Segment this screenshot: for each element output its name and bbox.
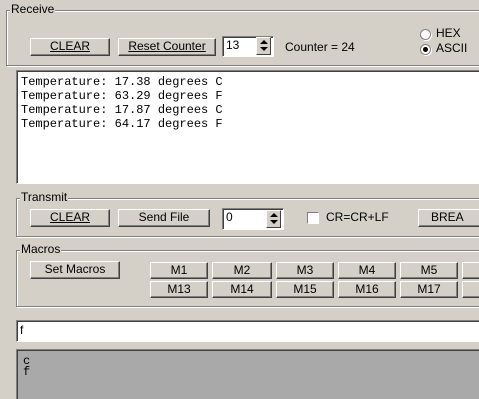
receive-line: Temperature: 64.17 degrees F xyxy=(21,117,223,131)
ascii-radio[interactable] xyxy=(420,44,431,55)
delay-spinner[interactable] xyxy=(266,210,281,228)
send-input-value: f xyxy=(20,323,24,337)
macro-label: M3 xyxy=(296,263,314,277)
macro-button-m15[interactable]: M15 xyxy=(276,281,334,298)
macro-label: M1 xyxy=(170,263,188,277)
hex-label: HEX xyxy=(436,26,461,40)
receive-textarea[interactable]: Temperature: 17.38 degrees C Temperature… xyxy=(16,70,479,184)
spinner-up-icon xyxy=(260,40,268,44)
macro-button-m16[interactable]: M16 xyxy=(338,281,396,298)
spinner-down-icon xyxy=(270,220,278,224)
counter-spinner[interactable] xyxy=(256,37,271,55)
receive-line: Temperature: 63.29 degrees F xyxy=(21,89,223,103)
spinner-down-icon xyxy=(260,47,268,51)
macro-button-m4[interactable]: M4 xyxy=(338,262,396,279)
receive-line: Temperature: 17.87 degrees C xyxy=(21,103,223,117)
send-input[interactable]: f xyxy=(16,320,479,342)
macro-button-m2[interactable]: M2 xyxy=(212,262,272,279)
macro-label: M15 xyxy=(293,282,317,296)
receive-clear-label: CLEAR xyxy=(49,39,90,53)
transmit-log[interactable]: c f xyxy=(16,349,479,399)
send-file-button[interactable]: Send File xyxy=(118,209,210,227)
ascii-label: ASCII xyxy=(436,41,468,55)
reset-counter-button[interactable]: Reset Counter xyxy=(118,38,216,56)
spinner-up-icon xyxy=(270,213,278,217)
macro-button-m13[interactable]: M13 xyxy=(150,281,208,298)
receive-line: Temperature: 17.38 degrees C xyxy=(21,75,223,89)
delay-input-value: 0 xyxy=(226,210,233,224)
receive-group-label: Receive xyxy=(10,2,56,16)
macro-button-m1[interactable]: M1 xyxy=(150,262,208,279)
macro-label: M2 xyxy=(233,263,251,277)
set-macros-label: Set Macros xyxy=(44,262,106,276)
transmit-log-line: c xyxy=(23,354,31,368)
reset-counter-label: Reset Counter xyxy=(128,39,206,53)
macro-button-m14[interactable]: M14 xyxy=(212,281,272,298)
set-macros-button[interactable]: Set Macros xyxy=(30,261,120,279)
macro-button-m3[interactable]: M3 xyxy=(276,262,334,279)
macro-label: M16 xyxy=(355,282,379,296)
crlf-checkbox[interactable] xyxy=(307,212,319,224)
macro-label: M5 xyxy=(420,263,438,277)
macro-label: M4 xyxy=(358,263,376,277)
transmit-log-line: f xyxy=(23,365,31,379)
transmit-group-label: Transmit xyxy=(20,190,69,204)
transmit-clear-label: CLEAR xyxy=(49,210,90,224)
macro-button-overflow[interactable] xyxy=(462,281,479,298)
macro-label: M14 xyxy=(230,282,254,296)
hex-radio[interactable] xyxy=(420,29,431,40)
macro-label: M13 xyxy=(167,282,191,296)
transmit-clear-button[interactable]: CLEAR xyxy=(30,209,110,227)
counter-input-value: 13 xyxy=(226,38,240,52)
break-label: BREA xyxy=(431,210,464,224)
macro-button-m5[interactable]: M5 xyxy=(400,262,458,279)
send-file-label: Send File xyxy=(138,210,190,224)
crlf-label: CR=CR+LF xyxy=(326,210,389,224)
macro-button-m17[interactable]: M17 xyxy=(400,281,458,298)
ascii-radio-dot xyxy=(423,47,428,52)
macro-label: M17 xyxy=(417,282,441,296)
break-button[interactable]: BREA xyxy=(418,209,479,227)
macros-group-label: Macros xyxy=(20,242,62,256)
counter-text: Counter = 24 xyxy=(285,40,355,54)
receive-clear-button[interactable]: CLEAR xyxy=(30,38,110,56)
macro-button-overflow[interactable] xyxy=(462,262,479,279)
